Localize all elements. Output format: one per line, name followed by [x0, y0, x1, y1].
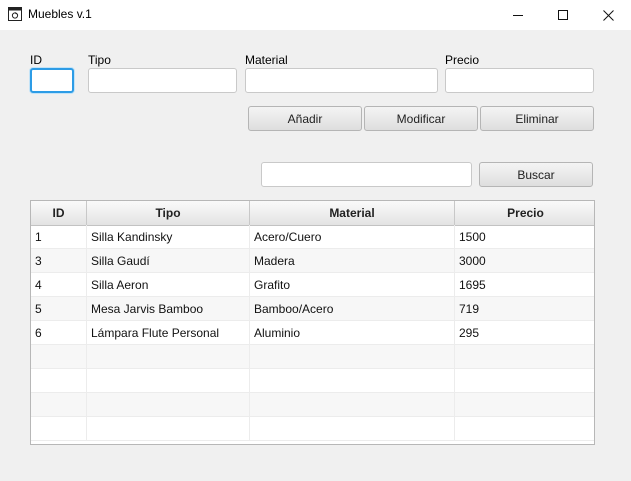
tipo-field[interactable]	[88, 68, 237, 93]
table-header: ID Tipo Material Precio	[31, 201, 594, 226]
cell-tipo: Silla Gaudí	[87, 249, 250, 273]
add-button[interactable]: Añadir	[248, 106, 362, 131]
empty-row	[31, 417, 594, 441]
empty-row	[31, 345, 594, 369]
close-icon	[602, 9, 614, 21]
cell-tipo: Mesa Jarvis Bamboo	[87, 297, 250, 321]
material-label: Material	[245, 53, 288, 67]
id-field[interactable]	[30, 68, 74, 93]
cell-precio: 719	[459, 302, 480, 316]
cell-tipo: Lámpara Flute Personal	[87, 321, 250, 345]
table-row[interactable]: 6 Lámpara Flute Personal Aluminio 295	[31, 321, 594, 345]
table-row[interactable]: 4 Silla Aeron Grafito 1695	[31, 273, 594, 297]
cell-tipo: Silla Aeron	[87, 273, 250, 297]
maximize-icon	[557, 9, 568, 20]
table-row[interactable]: 5 Mesa Jarvis Bamboo Bamboo/Acero 719	[31, 297, 594, 321]
column-header-material[interactable]: Material	[250, 201, 455, 225]
cell-tipo: Silla Kandinsky	[87, 225, 250, 249]
cell-precio: 3000	[459, 254, 486, 268]
cell-id: 4	[31, 273, 87, 297]
cell-id: 1	[31, 225, 87, 249]
minimize-icon	[512, 14, 523, 16]
table-body: 1 Silla Kandinsky Acero/Cuero 1500 3 Sil…	[31, 225, 594, 444]
precio-field[interactable]	[445, 68, 594, 93]
column-header-tipo[interactable]: Tipo	[87, 201, 250, 225]
column-header-precio[interactable]: Precio	[455, 201, 594, 225]
cell-id: 6	[31, 321, 87, 345]
cell-precio: 1500	[459, 230, 486, 244]
material-field[interactable]	[245, 68, 438, 93]
table-row[interactable]: 3 Silla Gaudí Madera 3000	[31, 249, 594, 273]
minimize-button[interactable]	[495, 0, 541, 30]
empty-row	[31, 393, 594, 417]
cell-material: Madera	[250, 249, 455, 273]
id-label: ID	[30, 53, 42, 67]
cell-material: Aluminio	[250, 321, 455, 345]
maximize-button[interactable]	[540, 0, 586, 30]
app-window-icon	[8, 7, 22, 21]
cell-precio: 1695	[459, 278, 486, 292]
cell-id: 5	[31, 297, 87, 321]
modify-button[interactable]: Modificar	[364, 106, 478, 131]
search-button[interactable]: Buscar	[479, 162, 593, 187]
cell-material: Bamboo/Acero	[250, 297, 455, 321]
precio-label: Precio	[445, 53, 480, 67]
cell-material: Grafito	[250, 273, 455, 297]
empty-row	[31, 369, 594, 393]
delete-button[interactable]: Eliminar	[480, 106, 594, 131]
window-title: Muebles v.1	[28, 7, 92, 21]
cell-precio: 295	[459, 326, 480, 340]
table-row[interactable]: 1 Silla Kandinsky Acero/Cuero 1500	[31, 225, 594, 249]
cell-material: Acero/Cuero	[250, 225, 455, 249]
cell-id: 3	[31, 249, 87, 273]
furniture-table[interactable]: ID Tipo Material Precio 1 Silla Kandinsk…	[30, 200, 595, 445]
close-button[interactable]	[585, 0, 631, 30]
search-input[interactable]	[261, 162, 472, 187]
column-header-id[interactable]: ID	[31, 201, 87, 225]
title-bar: Muebles v.1	[0, 0, 631, 30]
tipo-label: Tipo	[88, 53, 111, 67]
